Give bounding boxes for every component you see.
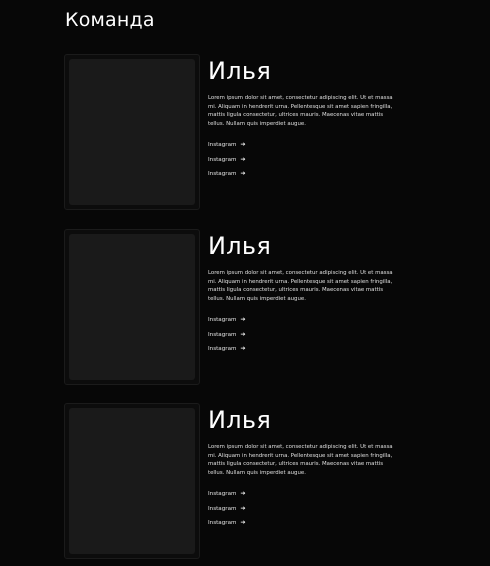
instagram-link[interactable]: Instagram ➔ [208,345,246,360]
instagram-link[interactable]: Instagram ➔ [208,316,246,331]
member-photo-frame [64,229,200,385]
link-label: Instagram [208,331,237,338]
link-label: Instagram [208,171,237,177]
instagram-link[interactable]: Instagram ➔ [208,505,246,520]
arrow-right-icon: ➔ [240,316,246,323]
link-label: Instagram [208,156,237,163]
member-description: Lorem ipsum dolor sit amet, consectetur … [208,444,393,477]
link-label: Instagram [208,142,237,148]
arrow-right-icon: ➔ [240,345,246,352]
member-name: Илья [208,57,272,85]
arrow-right-icon: ➔ [240,490,246,497]
member-links: Instagram ➔ Instagram ➔ Instagram ➔ [208,490,246,534]
link-label: Instagram [208,346,237,352]
instagram-link[interactable]: Instagram ➔ [208,141,246,156]
member-name: Илья [208,406,272,434]
team-page: Команда Илья Lorem ipsum dolor sit amet,… [0,0,490,566]
arrow-right-icon: ➔ [240,141,246,148]
link-label: Instagram [208,491,237,497]
instagram-link[interactable]: Instagram ➔ [208,170,246,185]
instagram-link[interactable]: Instagram ➔ [208,519,246,534]
page-title: Команда [65,9,155,31]
link-label: Instagram [208,520,237,526]
arrow-right-icon: ➔ [240,170,246,177]
member-description: Lorem ipsum dolor sit amet, consectetur … [208,95,393,128]
team-member-card: Илья Lorem ipsum dolor sit amet, consect… [64,403,409,560]
arrow-right-icon: ➔ [240,330,246,338]
link-label: Instagram [208,317,237,323]
member-photo [69,234,195,380]
member-photo-frame [64,54,200,210]
team-member-card: Илья Lorem ipsum dolor sit amet, consect… [64,54,409,211]
team-member-card: Илья Lorem ipsum dolor sit amet, consect… [64,229,409,386]
arrow-right-icon: ➔ [240,504,246,512]
arrow-right-icon: ➔ [240,519,246,526]
instagram-link[interactable]: Instagram ➔ [208,331,246,346]
member-photo [69,408,195,554]
arrow-right-icon: ➔ [240,155,246,163]
member-photo [69,59,195,205]
member-links: Instagram ➔ Instagram ➔ Instagram ➔ [208,316,246,360]
member-name: Илья [208,232,272,260]
member-links: Instagram ➔ Instagram ➔ Instagram ➔ [208,141,246,185]
link-label: Instagram [208,505,237,512]
member-photo-frame [64,403,200,559]
member-description: Lorem ipsum dolor sit amet, consectetur … [208,270,393,303]
instagram-link[interactable]: Instagram ➔ [208,490,246,505]
instagram-link[interactable]: Instagram ➔ [208,156,246,171]
